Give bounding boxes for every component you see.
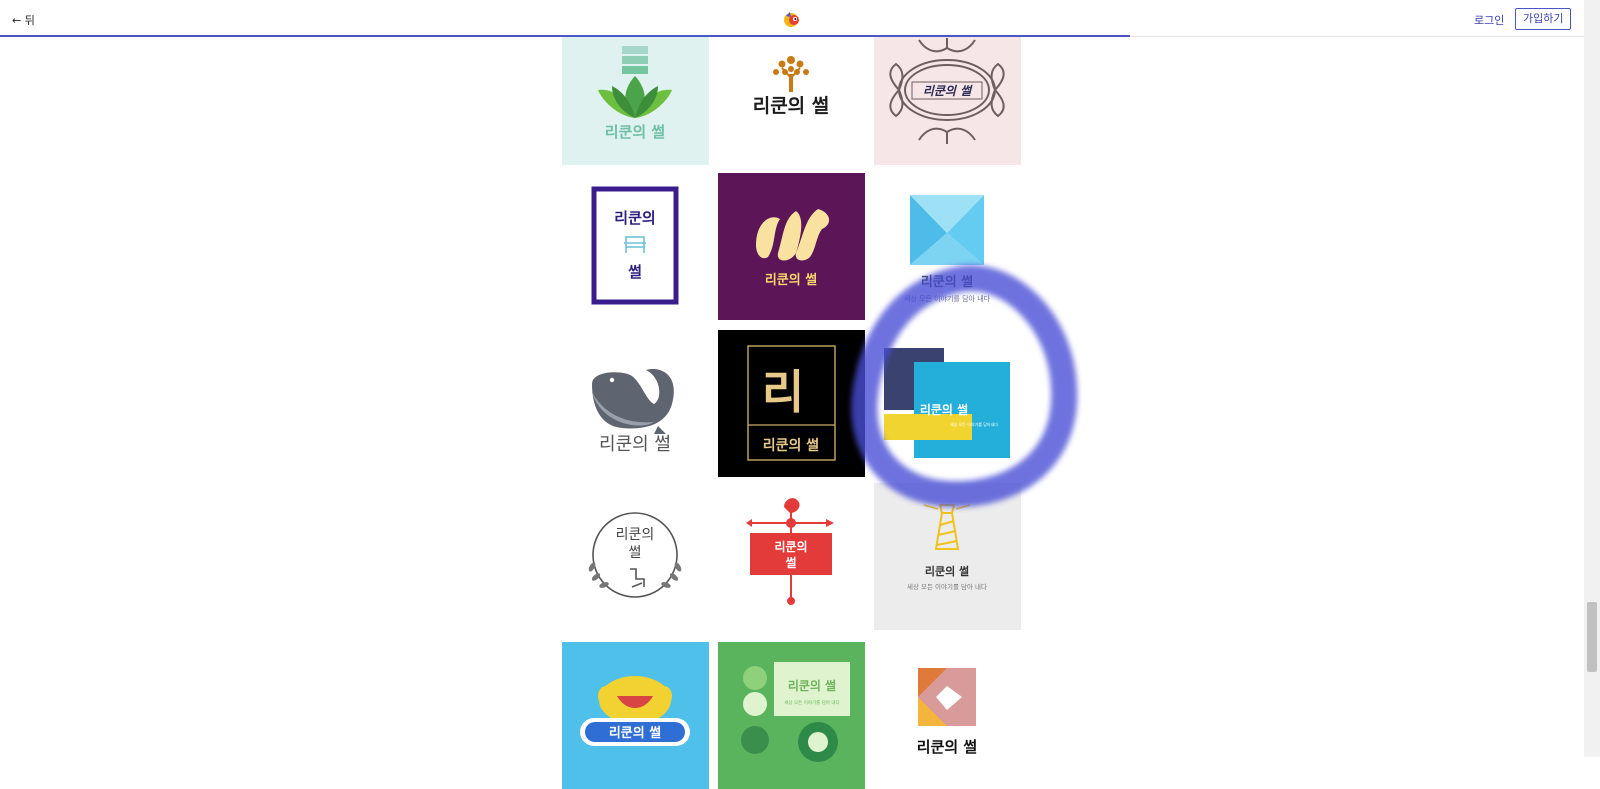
logo-card-wave[interactable]: 리쿤의 썰 xyxy=(718,173,865,320)
site-logo-icon[interactable] xyxy=(782,10,802,28)
logo-text: 리쿤의 썰 xyxy=(599,434,671,455)
logo-card-tree[interactable]: 리쿤의 썰 xyxy=(718,18,865,165)
logo-text: 리쿤의 썰 xyxy=(605,123,665,141)
logo-card-lighthouse[interactable]: 리쿤의 썰 세상 모든 이야기를 담아 내다 xyxy=(874,483,1021,630)
logo-card-bed[interactable]: 리쿤의 썰 xyxy=(562,173,709,320)
logo-big-letter: 리 xyxy=(762,365,804,419)
back-button[interactable]: ← 뒤 xyxy=(12,12,35,28)
logo-text-line2: 썰 xyxy=(629,545,642,561)
signup-button[interactable]: 가입하기 xyxy=(1515,8,1572,30)
logo-card-green-geometry[interactable]: 리쿤의 썰 세상 모든 이야기를 담아 내다 xyxy=(718,642,865,789)
logo-card-crystal[interactable]: 리쿤의 썰 세상 모든 이야기를 담아 내다 xyxy=(874,173,1021,320)
logo-text: 리쿤의 썰 xyxy=(920,402,968,417)
scrollbar-thumb[interactable] xyxy=(1587,602,1597,672)
logo-text: 리쿤의 썰 xyxy=(921,274,973,290)
logo-tagline: 세상 모든 이야기를 담아 내다 xyxy=(904,294,991,303)
logo-card-lotus[interactable]: 리쿤의 썰 xyxy=(562,18,709,165)
logo-card-kite[interactable]: 리쿤의 썰 xyxy=(874,642,1021,789)
logo-text: 리쿤의 썰 xyxy=(765,272,817,288)
logo-text: 리쿤의 썰 xyxy=(917,738,977,756)
logo-text: 리쿤의 썰 xyxy=(788,678,836,693)
logo-text-line2: 썰 xyxy=(628,263,642,281)
top-navigation-bar: ← 뒤 로그인 가입하기 xyxy=(0,0,1584,37)
logo-tagline: 세상 모든 이야기를 담아내다 xyxy=(950,421,998,427)
logo-text: 리쿤의 썰 xyxy=(753,95,830,117)
logo-card-weathervane[interactable]: 리쿤의 썰 xyxy=(718,483,865,630)
logo-tagline: 세상 모든 이야기를 담아 내다 xyxy=(784,699,840,706)
login-link[interactable]: 로그인 xyxy=(1474,12,1504,28)
logo-text-line1: 리쿤의 xyxy=(614,209,655,227)
logo-card-color-blocks[interactable]: 리쿤의 썰 세상 모든 이야기를 담아내다 xyxy=(874,330,1021,477)
logo-text: 리쿤의 썰 xyxy=(763,437,819,454)
logo-text-line1: 리쿤의 xyxy=(774,539,807,554)
logo-text-line2: 썰 xyxy=(785,555,796,570)
logo-text: 리쿤의 썰 xyxy=(609,725,661,741)
reading-progress-bar xyxy=(0,35,1130,37)
logo-card-ornament[interactable]: 리쿤의 썰 xyxy=(874,18,1021,165)
logo-text-line1: 리쿤의 xyxy=(616,527,655,543)
logo-tagline: 세상 모든 이야기를 담아 내다 xyxy=(907,582,987,591)
logo-card-cartoon[interactable]: 리쿤의 썰 xyxy=(562,642,709,789)
logo-text: 리쿤의 썰 xyxy=(923,84,973,98)
logo-text: 리쿤의 썰 xyxy=(925,564,969,578)
logo-card-whale[interactable]: 리쿤의 썰 xyxy=(562,330,709,477)
logo-card-wreath[interactable]: 리쿤의 썰 xyxy=(562,483,709,630)
logo-card-black-gold[interactable]: 리 리쿤의 썰 xyxy=(718,330,865,477)
